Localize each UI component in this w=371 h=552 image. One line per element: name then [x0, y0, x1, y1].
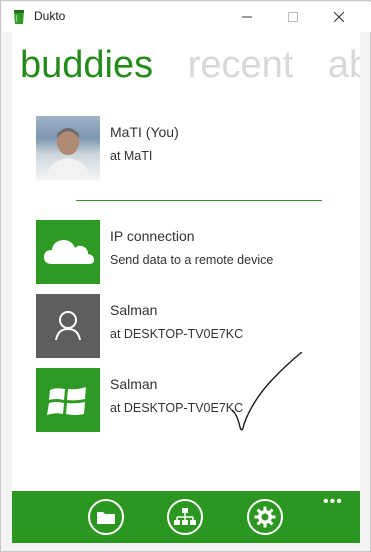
buddy-row-salman-2[interactable]: Salman at DESKTOP-TV0E7KC — [36, 368, 336, 432]
send-files-button[interactable] — [88, 499, 124, 535]
user-tile — [36, 294, 100, 358]
buddy-row-self[interactable]: MaTI (You) at MaTI — [36, 116, 336, 180]
settings-gear-icon — [254, 506, 276, 528]
app-window: Dukto buddies recent ab MaTI (You) at Ma… — [0, 0, 371, 552]
minimize-button[interactable] — [224, 2, 270, 32]
windows-logo-icon — [47, 387, 86, 415]
more-options-button[interactable]: ••• — [323, 493, 343, 511]
section-separator — [76, 200, 322, 201]
tab-buddies[interactable]: buddies — [20, 44, 153, 87]
buddy-row-ip-connection[interactable]: IP connection Send data to a remote devi… — [36, 220, 336, 284]
buddy-row-salman-1[interactable]: Salman at DESKTOP-TV0E7KC — [36, 294, 336, 358]
maximize-button[interactable] — [270, 2, 316, 32]
tab-strip: buddies recent ab — [20, 44, 360, 87]
settings-button[interactable] — [247, 499, 283, 535]
buddy-name: MaTI (You) — [110, 124, 179, 140]
title-bar: Dukto — [2, 2, 371, 32]
network-button[interactable] — [167, 499, 203, 535]
buddy-name: Salman — [110, 302, 158, 318]
minimize-icon — [242, 16, 252, 18]
main-content: buddies recent ab MaTI (You) at MaTI IP … — [12, 32, 360, 491]
bottom-toolbar: ••• — [12, 491, 360, 543]
windows-tile — [36, 368, 100, 432]
buddy-host: at MaTI — [110, 149, 153, 163]
dukto-app-icon — [14, 10, 24, 24]
close-icon — [334, 12, 344, 22]
network-icon — [174, 508, 196, 525]
user-icon — [55, 311, 81, 341]
buddy-host: at DESKTOP-TV0E7KC — [110, 327, 244, 341]
buddy-name: Salman — [110, 376, 158, 392]
user-photo-figure — [46, 128, 90, 180]
close-button[interactable] — [316, 2, 362, 32]
tab-about[interactable]: ab — [328, 44, 360, 87]
buddy-host: Send data to a remote device — [110, 253, 274, 267]
tab-recent[interactable]: recent — [188, 44, 294, 87]
maximize-icon — [288, 12, 298, 22]
cloud-tile — [36, 220, 100, 284]
cloud-icon — [44, 240, 94, 264]
buddy-name: IP connection — [110, 228, 195, 244]
folder-icon — [97, 512, 115, 524]
user-photo — [36, 116, 100, 180]
window-title: Dukto — [34, 9, 66, 23]
buddy-host: at DESKTOP-TV0E7KC — [110, 401, 244, 415]
